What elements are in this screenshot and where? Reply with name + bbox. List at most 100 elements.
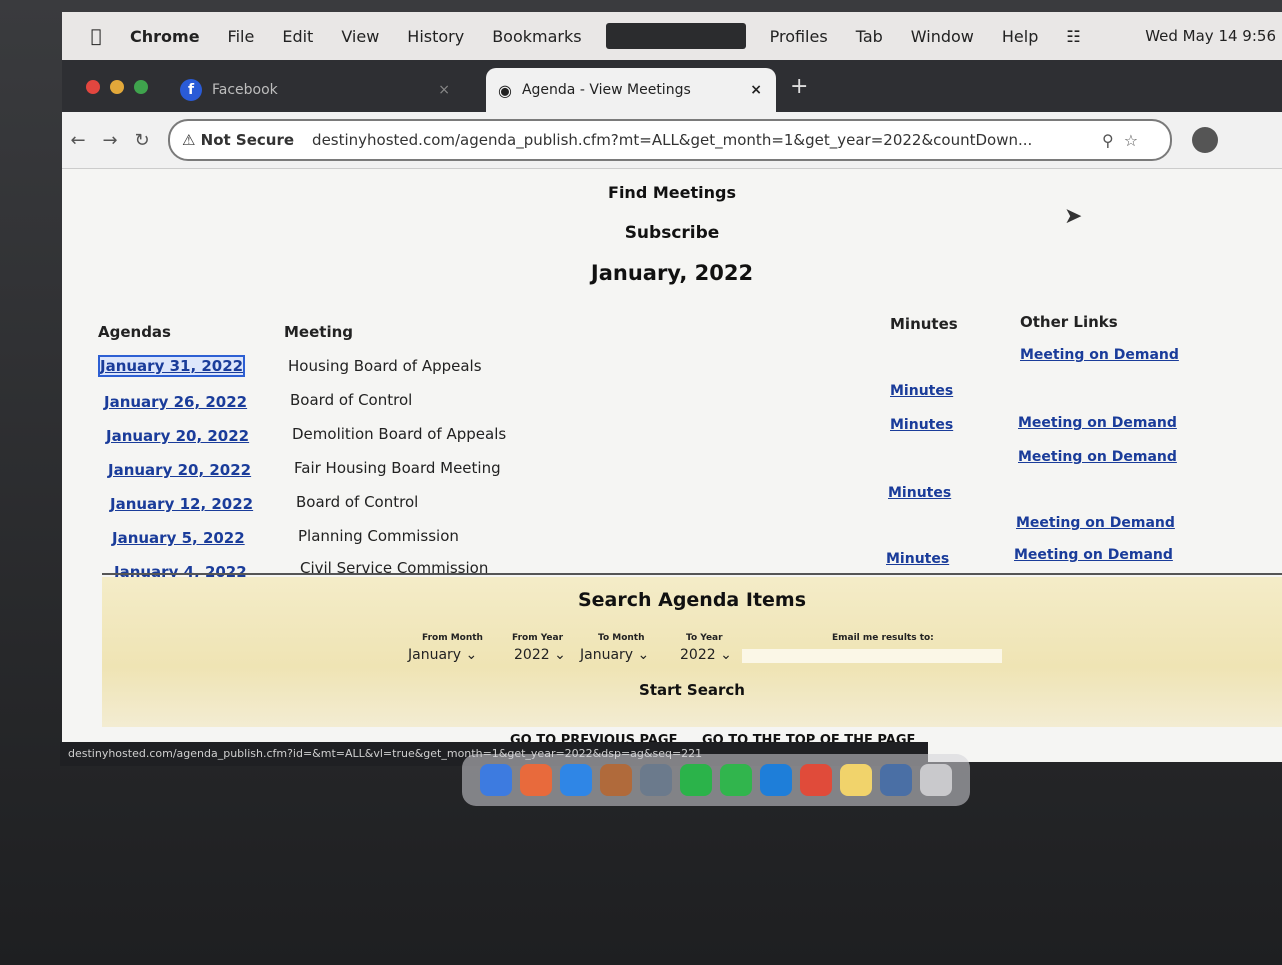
month-title: January, 2022 — [590, 261, 754, 285]
reload-icon[interactable]: ↻ — [126, 130, 158, 151]
to-month-select[interactable]: January ⌄ — [580, 647, 649, 663]
chrome-icon[interactable] — [800, 764, 832, 796]
forward-icon[interactable]: → — [94, 130, 126, 151]
menu-bookmarks[interactable]: Bookmarks — [492, 27, 581, 46]
tab-title: Agenda - View Meetings — [521, 82, 691, 98]
search-agenda-title: Search Agenda Items — [577, 589, 807, 611]
address-bar[interactable]: ⚠ Not Secure destinyhosted.com/agenda_pu… — [168, 119, 1172, 161]
menu-window[interactable]: Window — [911, 27, 974, 46]
selected-value: 2022 — [680, 647, 716, 663]
meeting-name: Planning Commission — [298, 527, 459, 545]
meeting-name: Board of Control — [296, 493, 419, 511]
menu-chrome[interactable]: Chrome — [130, 27, 200, 46]
agendas-header: Agendas — [98, 323, 171, 341]
minimize-window-button[interactable] — [110, 80, 124, 94]
tab-title: Facebook — [212, 82, 278, 98]
meeting-on-demand-link[interactable]: Meeting on Demand — [1016, 515, 1175, 531]
minutes-header: Minutes — [890, 315, 958, 333]
selected-value: January — [580, 647, 634, 663]
url-text[interactable]: destinyhosted.com/agenda_publish.cfm?mt=… — [312, 131, 1092, 149]
mac-dock — [462, 754, 970, 806]
meeting-on-demand-link[interactable]: Meeting on Demand — [1018, 449, 1177, 465]
calculator-icon[interactable] — [640, 764, 672, 796]
control-center-icon[interactable]: ☷ — [1066, 27, 1080, 46]
minutes-link[interactable]: Minutes — [890, 383, 953, 399]
agenda-date-link[interactable]: January 31, 2022 — [97, 355, 246, 377]
find-meetings-link[interactable]: Find Meetings — [62, 183, 1282, 202]
agenda-date-link[interactable]: January 20, 2022 — [106, 427, 249, 445]
bookmark-star-icon[interactable]: ☆ — [1124, 131, 1138, 150]
launchpad-icon[interactable] — [520, 764, 552, 796]
zoom-icon[interactable]: ⚲ — [1102, 131, 1114, 150]
back-icon[interactable]: ← — [62, 130, 94, 151]
minutes-link[interactable]: Minutes — [888, 485, 951, 501]
close-window-button[interactable] — [86, 80, 100, 94]
window-controls — [86, 80, 148, 94]
subscribe-link[interactable]: Subscribe — [62, 223, 1282, 243]
meeting-name: Fair Housing Board Meeting — [294, 459, 501, 477]
close-tab-icon[interactable]: × — [438, 82, 450, 98]
messages-icon[interactable] — [720, 764, 752, 796]
menu-view[interactable]: View — [341, 27, 379, 46]
notes-app-icon[interactable] — [600, 764, 632, 796]
menu-edit[interactable]: Edit — [282, 27, 313, 46]
meeting-name: Housing Board of Appeals — [288, 357, 482, 375]
zoom-app-icon[interactable] — [880, 764, 912, 796]
email-input[interactable] — [742, 649, 1002, 663]
tab-agenda[interactable]: ◉ Agenda - View Meetings × — [486, 68, 776, 112]
safari-icon[interactable] — [760, 764, 792, 796]
mouse-cursor-icon: ➤ — [1064, 204, 1083, 229]
other-links-header: Other Links — [1020, 313, 1118, 331]
menu-history[interactable]: History — [407, 27, 464, 46]
section-divider — [102, 573, 1282, 575]
meeting-on-demand-link[interactable]: Meeting on Demand — [1020, 347, 1179, 363]
menu-profiles[interactable]: Profiles — [770, 27, 828, 46]
menu-help[interactable]: Help — [1002, 27, 1038, 46]
finder-icon[interactable] — [480, 764, 512, 796]
zoom-window-button[interactable] — [134, 80, 148, 94]
notes-icon[interactable] — [840, 764, 872, 796]
mail-icon[interactable] — [560, 764, 592, 796]
to-year-select[interactable]: 2022 ⌄ — [680, 647, 732, 663]
to-month-label: To Month — [598, 633, 645, 643]
facetime-icon[interactable] — [680, 764, 712, 796]
minutes-link[interactable]: Minutes — [890, 417, 953, 433]
apple-icon[interactable]:  — [76, 26, 116, 47]
from-month-select[interactable]: January ⌄ — [408, 647, 477, 663]
mac-menubar:  Chrome File Edit View History Bookmark… — [62, 12, 1282, 60]
email-label: Email me results to: — [832, 633, 934, 643]
new-tab-button[interactable]: + — [790, 74, 808, 99]
meeting-on-demand-link[interactable]: Meeting on Demand — [1014, 547, 1173, 563]
minutes-link[interactable]: Minutes — [886, 551, 949, 567]
menu-tab[interactable]: Tab — [856, 27, 883, 46]
browser-toolbar: ← → ↻ ⚠ Not Secure destinyhosted.com/age… — [62, 112, 1282, 169]
menu-file[interactable]: File — [228, 27, 255, 46]
selected-value: 2022 — [514, 647, 550, 663]
search-agenda-panel: Search Agenda Items From Month January ⌄… — [102, 577, 1282, 727]
meeting-header: Meeting — [284, 323, 354, 341]
not-secure-badge[interactable]: ⚠ Not Secure — [182, 131, 294, 149]
tab-strip: f Facebook × ◉ Agenda - View Meetings × … — [62, 60, 1282, 112]
trash-icon[interactable] — [920, 764, 952, 796]
meeting-name: Board of Control — [290, 391, 413, 409]
close-tab-icon[interactable]: × — [750, 82, 762, 98]
agenda-date-link[interactable]: January 5, 2022 — [112, 529, 245, 547]
to-year-label: To Year — [686, 633, 723, 643]
profile-avatar[interactable] — [1192, 127, 1218, 153]
menubar-clock[interactable]: Wed May 14 9:56 — [1145, 27, 1276, 45]
from-month-label: From Month — [422, 633, 483, 643]
from-year-select[interactable]: 2022 ⌄ — [514, 647, 566, 663]
facebook-icon: f — [180, 79, 202, 101]
agenda-date-link[interactable]: January 26, 2022 — [104, 393, 247, 411]
start-search-button[interactable]: Start Search — [102, 681, 1282, 699]
agenda-date-link[interactable]: January 20, 2022 — [108, 461, 251, 479]
from-year-label: From Year — [512, 633, 564, 643]
tab-facebook[interactable]: f Facebook × — [180, 72, 460, 108]
globe-icon: ◉ — [498, 80, 512, 100]
screen:  Chrome File Edit View History Bookmark… — [62, 12, 1282, 762]
agenda-date-link[interactable]: January 12, 2022 — [110, 495, 253, 513]
menubar-notch — [605, 23, 746, 49]
web-page: Find Meetings Subscribe January, 2022 Ag… — [62, 169, 1282, 762]
meeting-on-demand-link[interactable]: Meeting on Demand — [1018, 415, 1177, 431]
selected-value: January — [408, 647, 462, 663]
